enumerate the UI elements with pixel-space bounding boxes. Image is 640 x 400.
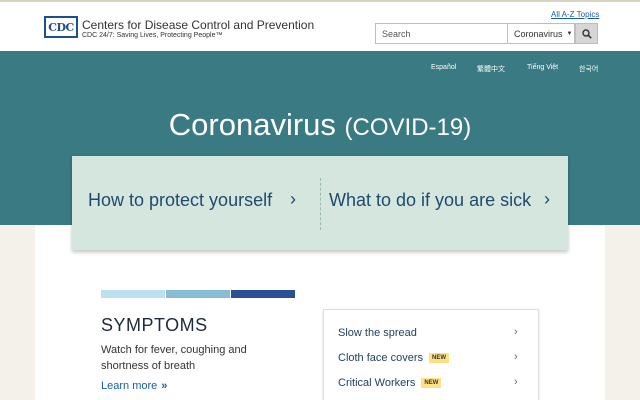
lang-link-chinese[interactable]: 繁體中文 bbox=[477, 64, 505, 74]
search-input[interactable]: Search bbox=[375, 23, 508, 44]
symptoms-description: Watch for fever, coughing and shortness … bbox=[101, 344, 247, 372]
symptoms-heading: SYMPTOMS bbox=[101, 315, 208, 335]
lang-link-vietnamese[interactable]: Tiếng Việt bbox=[527, 64, 558, 71]
if-sick-link[interactable]: What to do if you are sick bbox=[329, 190, 531, 211]
org-tagline: CDC 24/7: Saving Lives, Protecting Peopl… bbox=[82, 32, 223, 39]
chevron-right-icon: › bbox=[544, 189, 550, 209]
quick-link-label: Slow the spread bbox=[338, 327, 417, 339]
learn-more-label: Learn more bbox=[101, 380, 158, 392]
color-bar-segment-dark bbox=[231, 290, 295, 298]
search-button[interactable] bbox=[575, 23, 598, 44]
page-title-sub: (COVID-19) bbox=[344, 114, 472, 141]
page-title: Coronavirus (COVID-19) bbox=[0, 107, 640, 143]
quick-links-card: Slow the spread › Cloth face covers NEW … bbox=[323, 309, 539, 400]
chevron-right-icon: › bbox=[514, 326, 518, 338]
search-placeholder: Search bbox=[382, 28, 411, 39]
new-badge: NEW bbox=[428, 353, 449, 363]
quick-link-label: Critical Workers bbox=[338, 377, 416, 389]
new-badge: NEW bbox=[421, 378, 442, 388]
search-scope-dropdown[interactable]: Coronavirus ▼ bbox=[507, 23, 575, 44]
site-header: CDC Centers for Disease Control and Prev… bbox=[0, 0, 640, 51]
az-topics-link[interactable]: All A-Z Topics bbox=[551, 10, 599, 19]
protect-yourself-link[interactable]: How to protect yourself bbox=[88, 190, 272, 211]
color-bar-segment-mid bbox=[166, 290, 230, 298]
color-bar-segment-light bbox=[101, 290, 165, 298]
chevron-right-icon: › bbox=[514, 351, 518, 363]
search-icon bbox=[581, 28, 592, 39]
logo-text: CDC bbox=[48, 20, 74, 34]
org-name[interactable]: Centers for Disease Control and Preventi… bbox=[82, 18, 314, 32]
chevron-right-icon: › bbox=[514, 376, 518, 388]
learn-more-link[interactable]: Learn more» bbox=[101, 380, 167, 392]
quick-link-face-covers[interactable]: Cloth face covers NEW bbox=[338, 352, 449, 364]
search-scope-label: Coronavirus bbox=[514, 28, 563, 39]
quick-link-critical-workers[interactable]: Critical Workers NEW bbox=[338, 377, 442, 389]
lang-link-spanish[interactable]: Español bbox=[431, 64, 456, 71]
page-title-main: Coronavirus bbox=[168, 107, 336, 142]
lang-link-korean[interactable]: 한국어 bbox=[579, 64, 598, 74]
quick-link-label: Cloth face covers bbox=[338, 352, 423, 364]
chevron-right-icon: › bbox=[290, 189, 296, 209]
quick-link-slow-spread[interactable]: Slow the spread bbox=[338, 327, 417, 339]
panel-divider bbox=[320, 178, 321, 230]
cdc-logo[interactable]: CDC bbox=[44, 16, 78, 38]
chevron-down-icon: ▼ bbox=[566, 30, 573, 37]
action-panel: How to protect yourself › What to do if … bbox=[72, 156, 568, 250]
double-chevron-right-icon: » bbox=[161, 380, 168, 392]
